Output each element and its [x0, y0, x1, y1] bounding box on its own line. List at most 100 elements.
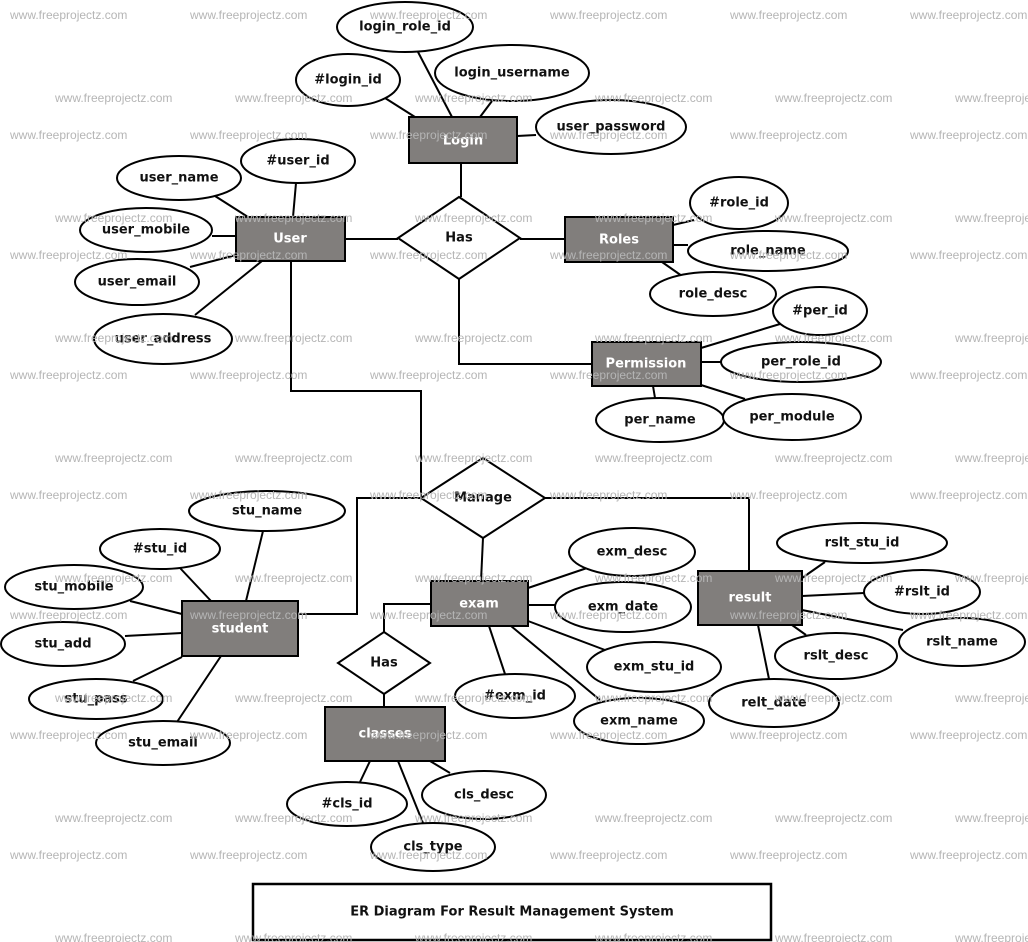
connector-relt-date	[757, 624, 770, 680]
watermark-text: www.freeprojectz.com	[954, 451, 1028, 465]
attribute-exm-desc: exm_desc	[568, 527, 696, 577]
relationship-label: Has	[445, 231, 473, 246]
attribute-label: role_desc	[679, 287, 748, 302]
connector-stu-mobile	[129, 600, 183, 615]
watermark-text: www.freeprojectz.com	[54, 811, 172, 825]
connector-rslt-desc	[791, 624, 807, 636]
watermark-text: www.freeprojectz.com	[189, 728, 307, 742]
watermark-text: www.freeprojectz.com	[414, 931, 532, 942]
watermark-text: www.freeprojectz.com	[234, 211, 352, 225]
watermark-text: www.freeprojectz.com	[729, 8, 847, 22]
watermark-text: www.freeprojectz.com	[729, 728, 847, 742]
attribute-per-name: per_name	[595, 397, 725, 443]
connector-exm-id	[488, 625, 506, 675]
connector-stu-pass	[132, 656, 183, 682]
watermark-text: www.freeprojectz.com	[774, 451, 892, 465]
attribute-role-desc: role_desc	[649, 271, 777, 317]
watermark-text: www.freeprojectz.com	[189, 848, 307, 862]
watermark-text: www.freeprojectz.com	[54, 331, 172, 345]
watermark-text: www.freeprojectz.com	[234, 331, 352, 345]
entity-label: User	[273, 232, 307, 247]
attribute-label: #per_id	[792, 304, 848, 319]
watermark-text: www.freeprojectz.com	[594, 331, 712, 345]
watermark-text: www.freeprojectz.com	[414, 211, 532, 225]
attribute-rslt-stu-id: rslt_stu_id	[776, 522, 948, 564]
watermark-text: www.freeprojectz.com	[189, 128, 307, 142]
attribute-label: cls_desc	[454, 788, 514, 803]
watermark-text: www.freeprojectz.com	[909, 728, 1027, 742]
watermark-text: www.freeprojectz.com	[234, 811, 352, 825]
connector-stu-name	[245, 530, 264, 602]
attribute-label: #role_id	[709, 196, 769, 211]
connector-per-name	[652, 385, 656, 399]
connector-has-permission	[458, 279, 592, 365]
attribute-user-password: user_password	[535, 99, 687, 155]
attribute-label: per_name	[624, 413, 696, 428]
watermark-text: www.freeprojectz.com	[54, 451, 172, 465]
watermark-text: www.freeprojectz.com	[9, 728, 127, 742]
watermark-text: www.freeprojectz.com	[774, 571, 892, 585]
watermark-text: www.freeprojectz.com	[189, 8, 307, 22]
watermark-text: www.freeprojectz.com	[9, 488, 127, 502]
connector-cls-id	[359, 760, 371, 783]
watermark-text: www.freeprojectz.com	[9, 368, 127, 382]
connector-cls-desc	[429, 760, 451, 774]
attribute-rslt-desc: rslt_desc	[774, 632, 898, 680]
attribute-label: stu_add	[34, 637, 91, 652]
watermark-text: www.freeprojectz.com	[369, 368, 487, 382]
watermark-text: www.freeprojectz.com	[549, 848, 667, 862]
attribute-label: exm_desc	[597, 545, 668, 560]
watermark-text: www.freeprojectz.com	[594, 451, 712, 465]
watermark-text: www.freeprojectz.com	[189, 488, 307, 502]
connector-rslt-id	[801, 592, 865, 597]
attribute-label: #cls_id	[321, 797, 372, 812]
watermark-text: www.freeprojectz.com	[774, 211, 892, 225]
watermark-text: www.freeprojectz.com	[234, 691, 352, 705]
watermark-text: www.freeprojectz.com	[369, 128, 487, 142]
watermark-text: www.freeprojectz.com	[54, 91, 172, 105]
connector-role-desc	[661, 261, 683, 277]
watermark-text: www.freeprojectz.com	[954, 331, 1028, 345]
watermark-text: www.freeprojectz.com	[369, 488, 487, 502]
watermark-text: www.freeprojectz.com	[549, 608, 667, 622]
watermark-text: www.freeprojectz.com	[54, 571, 172, 585]
connector-per-module	[700, 384, 746, 400]
watermark-text: www.freeprojectz.com	[909, 368, 1027, 382]
watermark-text: www.freeprojectz.com	[54, 691, 172, 705]
watermark-text: www.freeprojectz.com	[234, 91, 352, 105]
watermark-text: www.freeprojectz.com	[189, 608, 307, 622]
watermark-text: www.freeprojectz.com	[369, 608, 487, 622]
attribute-exm-stu-id: exm_stu_id	[586, 641, 722, 693]
watermark-text: www.freeprojectz.com	[729, 368, 847, 382]
watermark-text: www.freeprojectz.com	[909, 8, 1027, 22]
connector-user-password	[516, 134, 537, 137]
er-diagram: Has Manage Has Login User Roles Permissi…	[0, 1, 1028, 942]
attribute-label: user_email	[98, 275, 177, 290]
attribute-per-module: per_module	[722, 393, 862, 441]
watermark-text: www.freeprojectz.com	[189, 368, 307, 382]
watermark-text: www.freeprojectz.com	[594, 811, 712, 825]
watermark-text: www.freeprojectz.com	[729, 128, 847, 142]
connector-login-id	[384, 97, 416, 118]
watermark-text: www.freeprojectz.com	[549, 248, 667, 262]
watermark-text: www.freeprojectz.com	[594, 931, 712, 942]
watermark-text: www.freeprojectz.com	[549, 728, 667, 742]
watermark-text: www.freeprojectz.com	[774, 931, 892, 942]
watermark-text: www.freeprojectz.com	[9, 608, 127, 622]
watermark-text: www.freeprojectz.com	[369, 848, 487, 862]
attribute-exm-date: exm_date	[554, 581, 692, 633]
attribute-label: user_name	[139, 171, 218, 186]
watermark-text: www.freeprojectz.com	[954, 931, 1028, 942]
connector-stu-email	[176, 655, 222, 723]
connector-stu-add	[124, 632, 183, 637]
watermark-text: www.freeprojectz.com	[189, 248, 307, 262]
attribute-user-email: user_email	[74, 258, 200, 306]
watermark-text: www.freeprojectz.com	[954, 571, 1028, 585]
attribute-label: per_module	[749, 410, 835, 425]
watermark-text: www.freeprojectz.com	[909, 128, 1027, 142]
watermark-text: www.freeprojectz.com	[549, 488, 667, 502]
watermark-text: www.freeprojectz.com	[369, 248, 487, 262]
watermark-text: www.freeprojectz.com	[9, 248, 127, 262]
relationship-has-exam-classes: Has	[336, 630, 432, 696]
watermark-text: www.freeprojectz.com	[774, 691, 892, 705]
